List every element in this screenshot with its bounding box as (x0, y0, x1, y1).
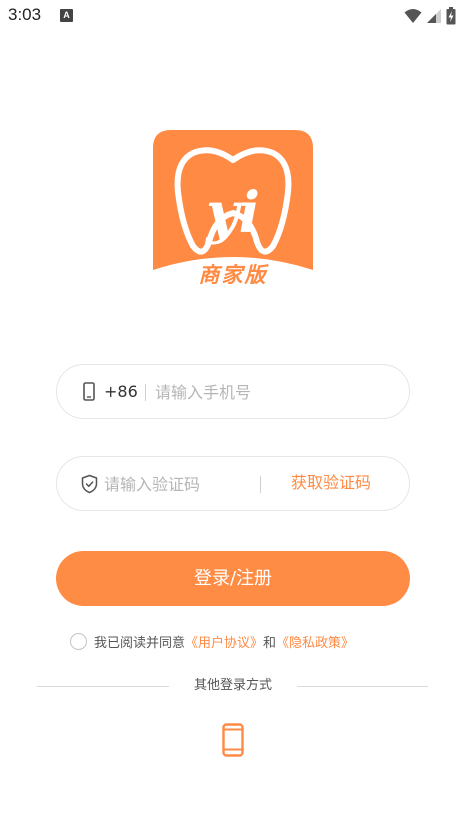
agreement-prefix: 我已阅读并同意 (94, 635, 186, 651)
divider-line (37, 686, 169, 687)
login-register-button[interactable]: 登录/注册 (56, 551, 410, 606)
divider (145, 384, 146, 401)
privacy-policy-link[interactable]: 《隐私政策》 (276, 632, 354, 651)
status-icons (404, 6, 456, 26)
keyboard-notification-icon: A (60, 9, 73, 22)
logo-caption: 商家版 (198, 263, 268, 287)
divider (260, 476, 261, 493)
logo-letters: yi (204, 180, 260, 246)
user-agreement-link[interactable]: 《用户协议》 (185, 632, 263, 651)
shield-check-icon (81, 474, 98, 494)
phone-icon (83, 382, 95, 401)
verification-code-input[interactable] (104, 467, 244, 501)
cell-signal-icon (427, 9, 441, 23)
get-code-button[interactable]: 获取验证码 (271, 472, 391, 494)
wifi-icon (404, 9, 422, 23)
battery-icon (446, 7, 456, 25)
status-time: 3:03 (8, 5, 42, 24)
country-code[interactable]: +86 (104, 382, 138, 402)
agreement-checkbox[interactable] (70, 632, 87, 650)
phone-input[interactable] (155, 375, 395, 409)
other-login-label: 其他登录方式 (193, 678, 272, 693)
agreement-conjunction: 和 (263, 635, 277, 651)
phone-field: +86 (56, 364, 410, 419)
phone-login-icon[interactable] (222, 723, 244, 757)
divider-line (297, 686, 428, 687)
agreement-row: 我已阅读并同意 《用户协议》 和 《隐私政策》 (70, 631, 354, 651)
verification-code-field: 获取验证码 (56, 456, 410, 511)
status-bar: 3:03 A (0, 0, 466, 32)
